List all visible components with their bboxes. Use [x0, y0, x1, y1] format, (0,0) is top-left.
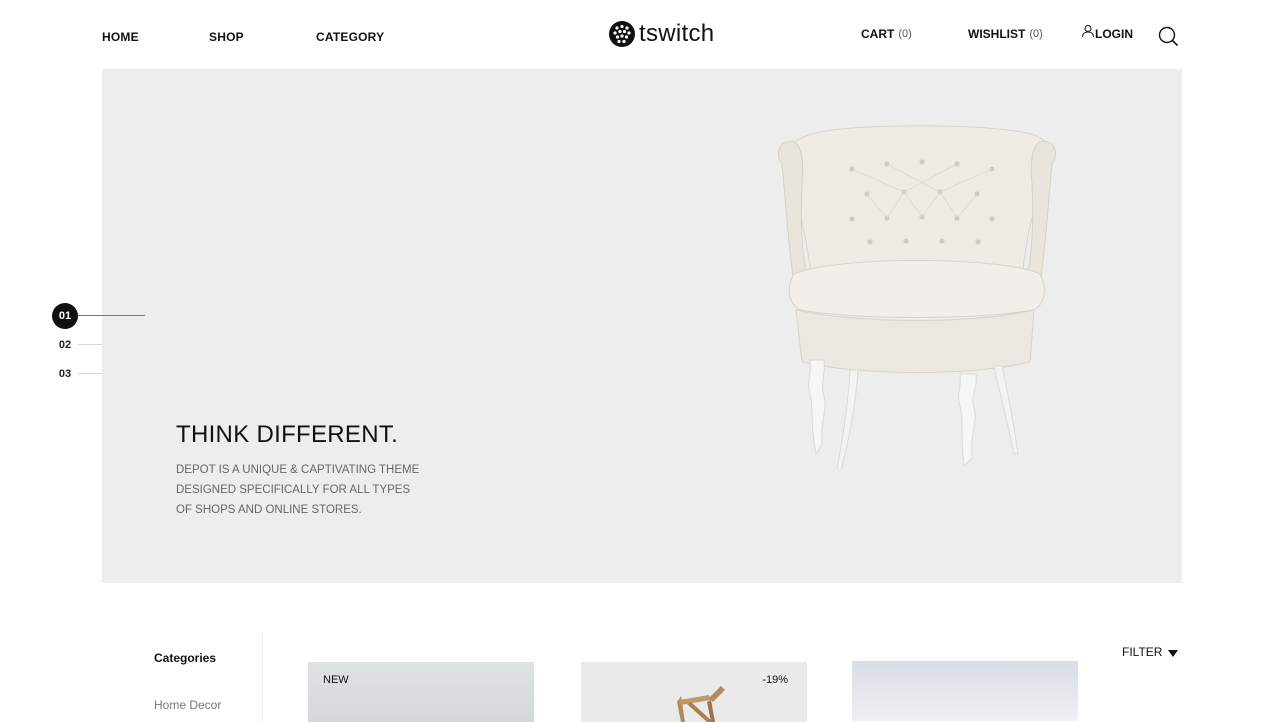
product-card[interactable] [852, 661, 1078, 721]
search-button[interactable] [1157, 25, 1179, 47]
sidebar-item-home-decor[interactable]: Home Decor [154, 698, 221, 712]
cart-label: CART [861, 27, 895, 41]
wishlist-link[interactable]: WISHLIST (0) [968, 27, 1043, 41]
slide-line [78, 373, 102, 374]
search-icon [1158, 26, 1179, 47]
logo-mark-icon [609, 21, 635, 47]
slide-number: 01 [52, 302, 78, 329]
product-card[interactable]: NEW [308, 662, 534, 722]
hero-title: THINK DIFFERENT. [176, 421, 399, 448]
main-nav: HOME SHOP CATEGORY [102, 30, 384, 44]
hero-banner: THINK DIFFERENT. DEPOT IS A UNIQUE & CAP… [102, 69, 1182, 583]
slide-line [78, 344, 102, 345]
slide-dot-1[interactable]: 01 [52, 301, 145, 330]
login-label: LOGIN [1095, 27, 1133, 41]
slide-number: 03 [58, 367, 72, 380]
wooden-chair-image [677, 686, 725, 722]
nav-shop[interactable]: SHOP [209, 30, 316, 44]
slide-dot-2[interactable]: 02 [52, 330, 145, 359]
login-link[interactable]: LOGIN [1081, 25, 1133, 41]
hero-description: DEPOT IS A UNIQUE & CAPTIVATING THEME DE… [176, 464, 420, 516]
sidebar-title: Categories [154, 651, 217, 665]
product-card[interactable]: -19% [581, 662, 807, 722]
nav-home[interactable]: HOME [102, 30, 209, 44]
product-badge: NEW [323, 674, 349, 686]
wishlist-label: WISHLIST [968, 27, 1026, 41]
filter-toggle[interactable]: FILTER [1122, 645, 1179, 659]
site-logo[interactable]: tswitch [608, 20, 714, 48]
slider-pagination: 01 02 03 [52, 301, 145, 388]
cart-link[interactable]: CART (0) [861, 27, 912, 41]
cart-count: (0) [898, 28, 912, 40]
slide-dot-3[interactable]: 03 [52, 359, 145, 388]
wishlist-count: (0) [1029, 28, 1043, 40]
caret-down-icon [1168, 649, 1179, 657]
nav-category[interactable]: CATEGORY [316, 30, 384, 44]
slide-line [78, 314, 145, 317]
site-header: HOME SHOP CATEGORY tswitch CART (0) WISH… [0, 0, 1280, 69]
slide-number: 02 [58, 338, 72, 351]
user-icon [1082, 25, 1094, 38]
armchair-image [778, 125, 1056, 469]
category-sidebar: Categories Home Decor [102, 633, 263, 722]
filter-label: FILTER [1122, 645, 1163, 659]
logo-text: tswitch [639, 20, 715, 47]
